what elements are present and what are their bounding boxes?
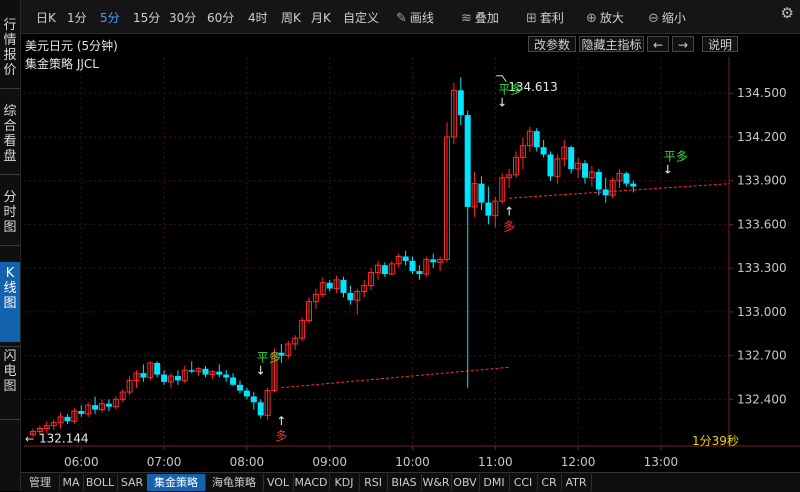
- x-tick-label: 10:00: [395, 455, 430, 469]
- sidebar-divider: [0, 174, 20, 175]
- indicator-tab-bar: 管理 MA BOLL SAR 集金策略 海龟策略 VOL MACD KDJ RSI BIAS W&R O…: [21, 472, 800, 492]
- y-tick-label: 134.200: [737, 130, 787, 144]
- sidebar-tab-1[interactable]: 综合看盘: [0, 100, 20, 170]
- indicator-tab-7[interactable]: MACD: [293, 474, 330, 491]
- x-tick-label: 08:00: [230, 455, 265, 469]
- candle-body: [105, 403, 112, 407]
- candle-body: [347, 292, 354, 301]
- y-tick-label: 133.600: [737, 217, 787, 231]
- high-marker-line: [496, 75, 507, 83]
- candle-body: [257, 402, 264, 416]
- candle-body: [230, 377, 237, 385]
- x-tick-label: 12:00: [561, 455, 596, 469]
- y-tick-label: 133.000: [737, 305, 787, 319]
- indicator-tab-16[interactable]: ATR: [561, 474, 592, 491]
- indicator-tab-8[interactable]: KDJ: [329, 474, 360, 491]
- candle-body: [582, 163, 588, 178]
- candle-body: [140, 373, 147, 378]
- exit-long-signal: 平多: [664, 149, 688, 163]
- exit-long-signal: 平多: [257, 351, 281, 365]
- candle-body: [485, 202, 492, 216]
- candle-body: [326, 282, 333, 289]
- candle-body: [464, 115, 471, 207]
- candle-body: [457, 90, 464, 116]
- indicator-tab-4[interactable]: 集金策略: [147, 474, 206, 491]
- sidebar-divider: [0, 245, 20, 246]
- low-price-label: 132.144: [39, 432, 89, 446]
- candle-body: [223, 374, 230, 378]
- candle-body: [595, 171, 602, 190]
- x-tick-label: 06:00: [64, 455, 99, 469]
- candle-body: [216, 371, 223, 375]
- candle-body: [533, 131, 540, 148]
- candle-body: [64, 416, 71, 422]
- indicator-tab-1[interactable]: MA: [59, 474, 84, 491]
- sidebar-tab-3[interactable]: K线图: [0, 262, 20, 342]
- candle-body: [547, 154, 554, 177]
- indicator-tab-13[interactable]: DMI: [479, 474, 510, 491]
- buy-long-signal: 多: [503, 219, 515, 233]
- y-tick-label: 132.400: [737, 392, 787, 406]
- indicator-tab-5[interactable]: 海龟策略: [205, 474, 264, 491]
- candle-body: [202, 368, 209, 375]
- candle-body: [430, 259, 437, 263]
- countdown-timer: 1分39秒: [692, 434, 739, 448]
- candle-body: [188, 370, 195, 372]
- y-tick-label: 134.500: [737, 86, 787, 100]
- candle-body: [409, 260, 416, 272]
- x-tick-label: 11:00: [478, 455, 513, 469]
- candle-body: [243, 390, 250, 397]
- buy-arrow-icon: ↑: [276, 414, 286, 428]
- candle-body: [237, 384, 243, 391]
- indicator-tab-15[interactable]: CR: [537, 474, 562, 491]
- candle-body: [568, 147, 575, 170]
- indicator-tab-9[interactable]: RSI: [359, 474, 388, 491]
- x-tick-label: 13:00: [644, 455, 679, 469]
- y-tick-label: 133.300: [737, 261, 787, 275]
- candle-body: [478, 183, 485, 203]
- indicator-tab-2[interactable]: BOLL: [83, 474, 118, 491]
- y-tick-label: 132.700: [737, 349, 787, 363]
- buy-long-signal: 多: [275, 429, 287, 443]
- indicator-tab-6[interactable]: VOL: [263, 474, 294, 491]
- x-tick-label: 07:00: [147, 455, 182, 469]
- indicator-tab-14[interactable]: CCI: [509, 474, 538, 491]
- indicator-tab-11[interactable]: W&R: [421, 474, 452, 491]
- candlestick-chart[interactable]: 132.400 132.700 133.000 133.300 133.600 133.9…: [21, 0, 800, 471]
- sidebar-tab-2[interactable]: 分时图: [0, 186, 20, 241]
- candle-body: [250, 396, 257, 403]
- left-sidebar: 行情报价综合看盘分时图 K线图闪电图: [0, 0, 21, 491]
- candle-body: [623, 173, 630, 184]
- y-tick-label: 133.900: [737, 174, 787, 188]
- exit-long-signal: 平多: [498, 82, 522, 96]
- candle-body: [402, 256, 409, 261]
- indicator-tab-0[interactable]: 管理: [21, 474, 60, 491]
- candle-body: [416, 271, 423, 274]
- exit-arrow-icon: ↓: [497, 95, 507, 109]
- candle-body: [630, 183, 637, 187]
- indicator-tab-12[interactable]: OBV: [451, 474, 480, 491]
- x-tick-label: 09:00: [312, 455, 347, 469]
- exit-arrow-icon: ↓: [256, 364, 266, 378]
- sidebar-tab-4[interactable]: 闪电图: [0, 345, 20, 415]
- candle-body: [78, 411, 85, 414]
- candle-body: [174, 376, 181, 381]
- sidebar-divider: [0, 88, 20, 89]
- candle-body: [602, 189, 609, 196]
- candle-body: [92, 405, 99, 410]
- candle-body: [381, 265, 388, 274]
- candle-body: [540, 147, 547, 155]
- indicator-tab-10[interactable]: BIAS: [387, 474, 422, 491]
- buy-arrow-icon: ↑: [504, 204, 514, 218]
- sidebar-divider: [0, 419, 20, 420]
- candle-body: [154, 362, 161, 375]
- low-marker-arrow: ←: [25, 433, 34, 446]
- exit-arrow-icon: ↓: [663, 162, 673, 176]
- position-entry-line: [281, 366, 510, 389]
- indicator-tab-3[interactable]: SAR: [117, 474, 148, 491]
- candle-body: [340, 279, 347, 293]
- sidebar-tab-0[interactable]: 行情报价: [0, 14, 20, 84]
- candle-body: [161, 374, 168, 382]
